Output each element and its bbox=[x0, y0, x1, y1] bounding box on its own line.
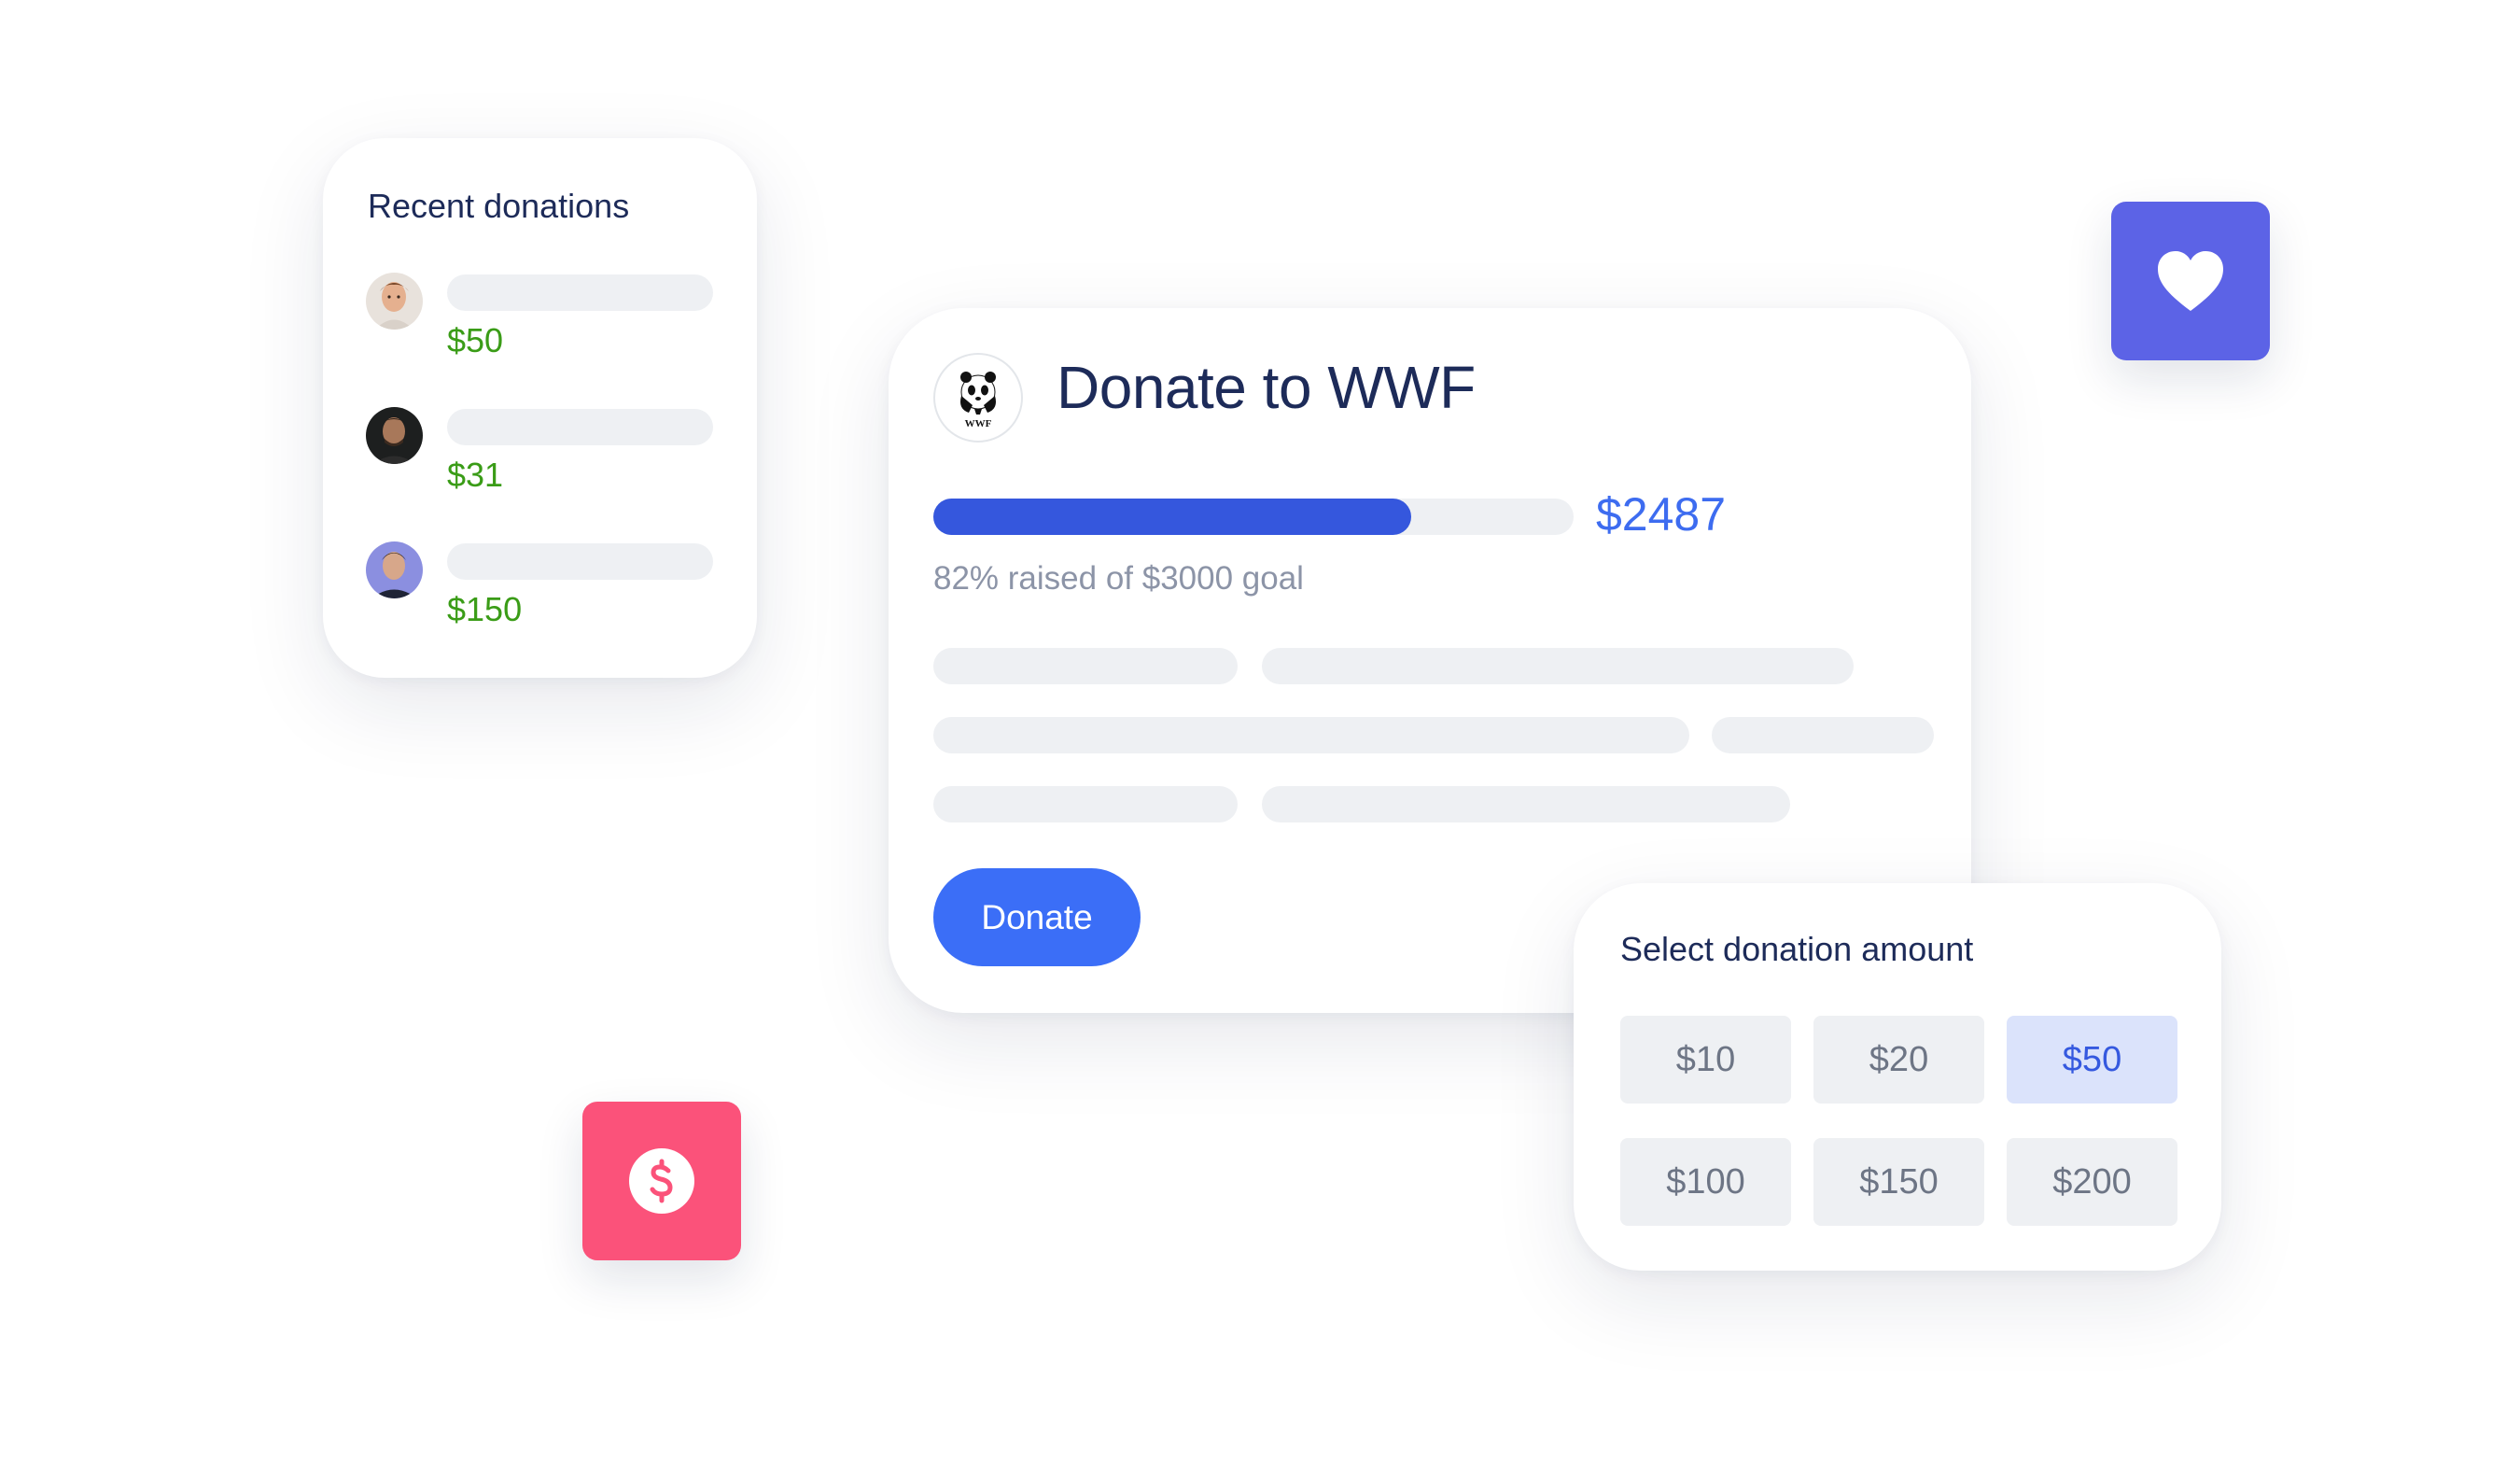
heart-icon bbox=[2158, 251, 2223, 311]
donation-amount: $31 bbox=[447, 456, 504, 494]
donation-amount-card: Select donation amount $10 $20 $50 $100 … bbox=[1574, 883, 2221, 1271]
recent-donations-title: Recent donations bbox=[368, 187, 630, 225]
progress-fill bbox=[933, 499, 1411, 535]
text-placeholder bbox=[1262, 648, 1854, 684]
campaign-title: Donate to WWF bbox=[1057, 354, 1476, 421]
donation-item[interactable]: $50 bbox=[366, 273, 730, 375]
donation-amount: $50 bbox=[447, 321, 504, 359]
donation-item[interactable]: $31 bbox=[366, 407, 730, 510]
donor-name-placeholder bbox=[447, 274, 713, 311]
goal-text: 82% raised of $3000 goal bbox=[933, 560, 1304, 597]
dollar-tile bbox=[582, 1102, 741, 1260]
amount-option[interactable]: $200 bbox=[2007, 1138, 2177, 1226]
dollar-icon bbox=[629, 1148, 694, 1214]
logo-text: WWF bbox=[965, 418, 992, 429]
donor-name-placeholder bbox=[447, 543, 713, 580]
heart-tile bbox=[2111, 202, 2270, 360]
text-placeholder bbox=[1712, 717, 1934, 753]
amount-selector-title: Select donation amount bbox=[1620, 930, 1974, 968]
text-placeholder bbox=[1262, 786, 1790, 822]
donation-amount: $150 bbox=[447, 590, 523, 628]
text-placeholder bbox=[933, 717, 1689, 753]
recent-donations-card: Recent donations $50 $31 $150 bbox=[323, 138, 757, 678]
amount-option[interactable]: $100 bbox=[1620, 1138, 1791, 1226]
donor-name-placeholder bbox=[447, 409, 713, 445]
panda-logo-icon: WWF bbox=[933, 353, 1023, 443]
amount-option[interactable]: $20 bbox=[1813, 1016, 1984, 1104]
avatar bbox=[366, 273, 423, 330]
text-placeholder bbox=[933, 648, 1238, 684]
donation-item[interactable]: $150 bbox=[366, 541, 730, 644]
progress-bar bbox=[933, 499, 1574, 535]
raised-amount: $2487 bbox=[1596, 488, 1727, 541]
avatar bbox=[366, 407, 423, 464]
donate-button[interactable]: Donate bbox=[933, 868, 1141, 966]
amount-option[interactable]: $50 bbox=[2007, 1016, 2177, 1104]
avatar bbox=[366, 541, 423, 598]
amount-option[interactable]: $150 bbox=[1813, 1138, 1984, 1226]
amount-option[interactable]: $10 bbox=[1620, 1016, 1791, 1104]
text-placeholder bbox=[933, 786, 1238, 822]
